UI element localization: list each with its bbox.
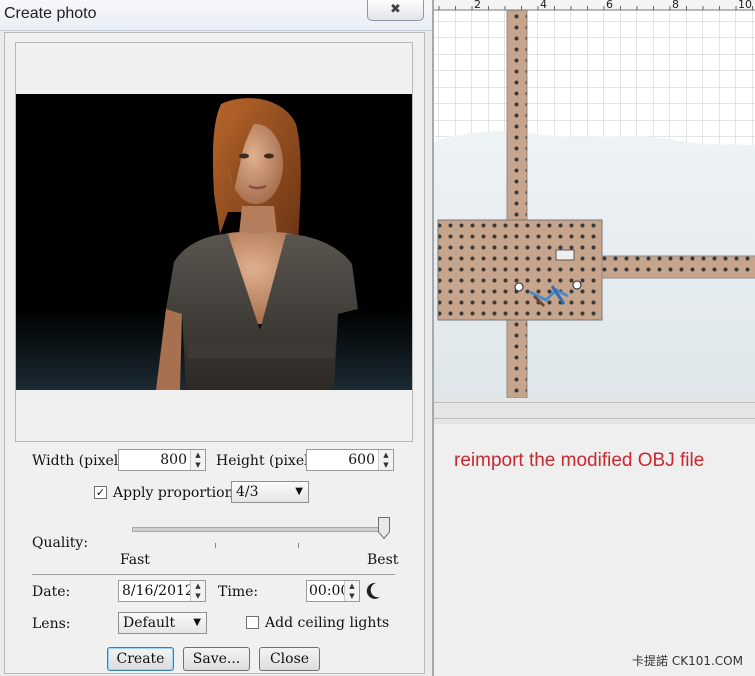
apply-proportions-checkbox[interactable]: ✓ (94, 486, 107, 499)
date-label: Date: (32, 584, 71, 600)
scrollbar-edge (434, 418, 755, 419)
create-button[interactable]: Create (107, 647, 174, 671)
width-value: 800 (160, 452, 187, 468)
height-value: 600 (348, 452, 375, 468)
proportion-value: 4/3 (236, 484, 259, 500)
moon-icon (366, 582, 382, 600)
annotation-text: reimport the modified OBJ file (454, 450, 705, 471)
height-spinner-arrows-icon[interactable]: ▲ ▼ (378, 450, 393, 470)
ruler-label: 4 (540, 0, 547, 11)
quality-best-label: Best (367, 552, 399, 568)
photo-preview-image (16, 94, 412, 390)
date-input[interactable]: 8/16/2012 ▲ ▼ (118, 580, 206, 602)
quality-slider-track[interactable] (132, 527, 386, 532)
time-spinner-arrows-icon[interactable]: ▲ ▼ (344, 581, 359, 601)
ruler-label: 10 (738, 0, 752, 11)
lens-label: Lens: (32, 616, 71, 632)
proportion-select[interactable]: 4/3 ▼ (231, 481, 309, 503)
height-label: Height (pixel): (216, 453, 319, 469)
dialog-title: Create photo (4, 5, 97, 22)
width-label: Width (pixel): (32, 453, 129, 469)
plan-scrollbar[interactable] (432, 398, 755, 424)
ceiling-lights-checkbox[interactable] (246, 616, 259, 629)
apply-proportions-label: Apply proportions: (113, 485, 246, 501)
width-spinner-arrows-icon[interactable]: ▲ ▼ (190, 450, 205, 470)
chevron-down-icon: ▼ (295, 486, 303, 497)
watermark: 卡提諾 CK101.COM (632, 654, 743, 668)
close-window-button[interactable]: ✖ (367, 0, 424, 21)
lens-value: Default (123, 615, 176, 631)
checkmark-icon: ✓ (95, 486, 106, 499)
plan-canvas[interactable]: 2 4 6 8 10 (434, 0, 755, 398)
woman-render-image (16, 94, 412, 390)
save-button[interactable]: Save... (183, 647, 250, 671)
height-input[interactable]: 600 ▲ ▼ (306, 449, 394, 471)
ruler-label: 6 (606, 0, 613, 11)
scrollbar-edge (434, 402, 755, 403)
quality-tick (298, 543, 299, 548)
quality-tick (215, 543, 216, 548)
time-input[interactable]: 00:00 ▲ ▼ (306, 580, 360, 602)
width-input[interactable]: 800 ▲ ▼ (118, 449, 206, 471)
quality-slider-thumb[interactable] (378, 517, 390, 540)
lens-select[interactable]: Default ▼ (118, 612, 207, 634)
separator (32, 574, 395, 575)
ceiling-lights-label: Add ceiling lights (265, 615, 390, 631)
close-icon: ✖ (390, 2, 401, 17)
create-photo-dialog: Create photo ✖ Width (pixel): 800 ▲ ▼ He… (0, 0, 432, 676)
ruler-label: 2 (474, 0, 481, 11)
quality-label: Quality: (32, 535, 89, 551)
plan-view[interactable]: 2 4 6 8 10 (432, 0, 755, 398)
date-spinner-arrows-icon[interactable]: ▲ ▼ (190, 581, 205, 601)
quality-fast-label: Fast (120, 552, 150, 568)
chevron-down-icon: ▼ (193, 617, 201, 628)
close-button[interactable]: Close (259, 647, 320, 671)
date-value: 8/16/2012 (122, 583, 194, 599)
ruler-label: 8 (672, 0, 679, 11)
time-label: Time: (218, 584, 259, 600)
